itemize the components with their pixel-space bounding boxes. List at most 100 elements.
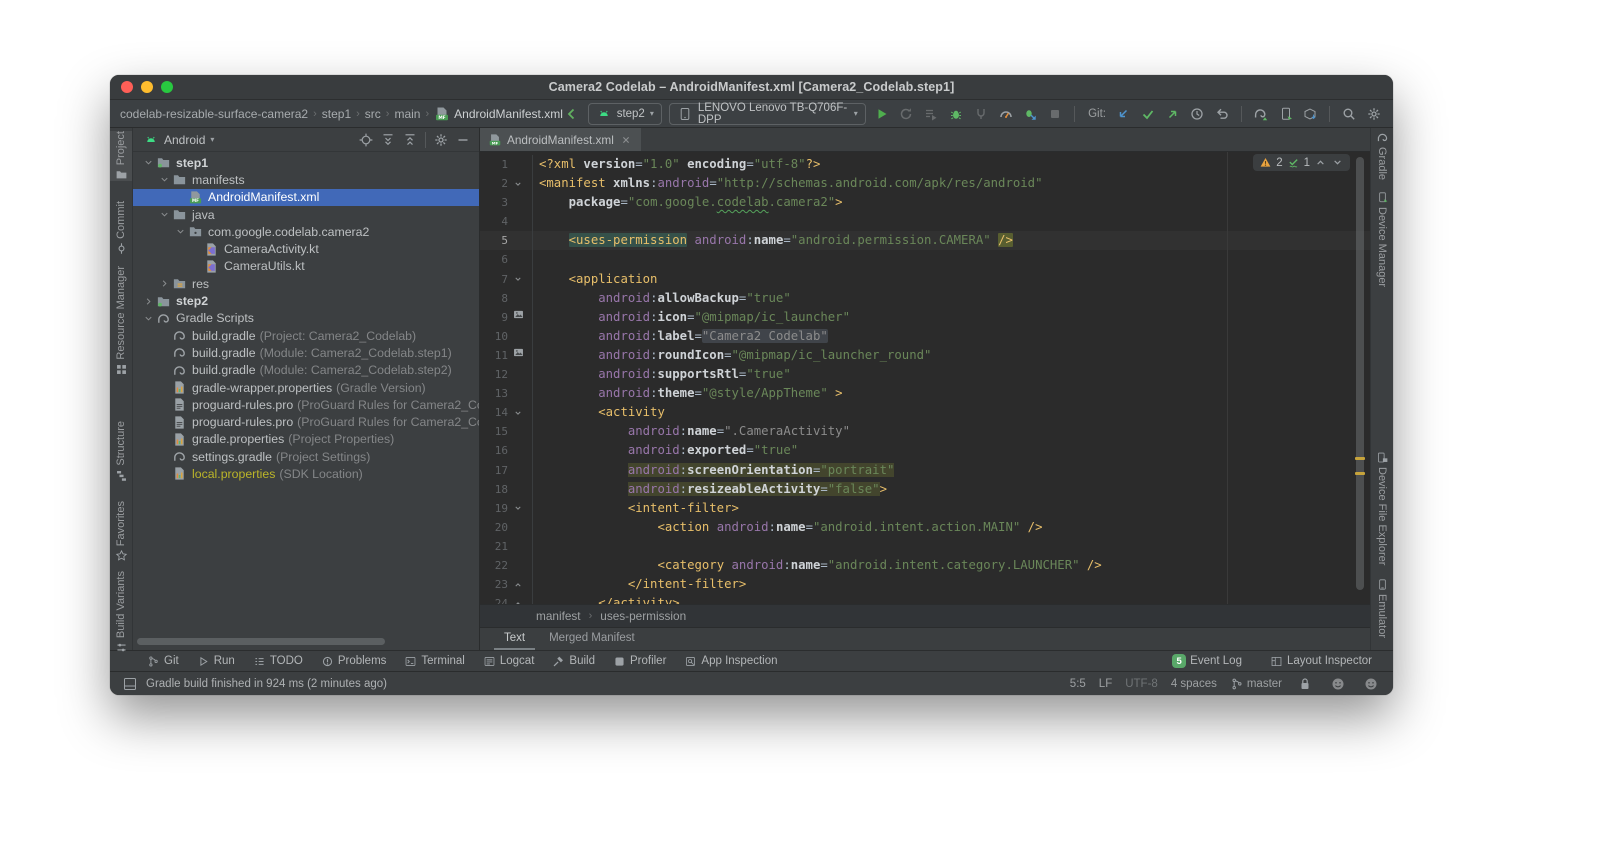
editor-gutter[interactable]: 17: [480, 460, 533, 480]
change-marker[interactable]: [1355, 472, 1365, 475]
zoom-window-button[interactable]: [161, 81, 173, 93]
editor-gutter[interactable]: 20: [480, 517, 533, 537]
tree-item-gradle-scripts[interactable]: Gradle Scripts: [133, 310, 479, 327]
tool-window-button-build[interactable]: Build: [543, 651, 604, 671]
tree-item-build-gradle[interactable]: build.gradle (Project: Camera2_Codelab): [133, 327, 479, 344]
chevron-down-icon[interactable]: [141, 157, 155, 168]
breadcrumb-item[interactable]: step1: [322, 107, 351, 121]
debug-icon[interactable]: [947, 104, 965, 124]
editor-gutter[interactable]: 24: [480, 594, 533, 604]
lock-icon[interactable]: [1295, 674, 1315, 694]
tree-item-build-gradle[interactable]: build.gradle (Module: Camera2_Codelab.st…: [133, 344, 479, 361]
search-icon[interactable]: [1340, 104, 1358, 124]
git-commit-icon[interactable]: [1139, 104, 1157, 124]
tool-window-button-problems[interactable]: Problems: [312, 651, 396, 671]
device-selector-combo[interactable]: LENOVO Lenovo TB-Q706F-DPP ▾: [668, 102, 866, 126]
tree-item-com-google-codelab-camera2[interactable]: com.google.codelab.camera2: [133, 223, 479, 240]
breadcrumb-item[interactable]: MF AndroidManifest.xml: [434, 106, 563, 122]
tree-item-gradle-properties[interactable]: gradle.properties (Project Properties): [133, 431, 479, 448]
breadcrumb-item[interactable]: codelab-resizable-surface-camera2: [120, 107, 308, 121]
chevron-down-icon[interactable]: [141, 313, 155, 324]
rerun-icon[interactable]: [898, 104, 916, 124]
editor-gutter[interactable]: 23: [480, 575, 533, 595]
editor-gutter[interactable]: 11: [480, 345, 533, 366]
settings-icon[interactable]: [431, 130, 451, 150]
tree-item-androidmanifest-xml[interactable]: MF AndroidManifest.xml: [133, 188, 479, 206]
editor-gutter[interactable]: 15: [480, 422, 533, 442]
editor-gutter[interactable]: 10: [480, 326, 533, 346]
tool-window-button-profiler[interactable]: Profiler: [604, 651, 675, 671]
tool-window-button-git[interactable]: Git: [138, 651, 188, 671]
stop-icon[interactable]: [1046, 104, 1064, 124]
editor-gutter[interactable]: 1: [480, 155, 533, 175]
tool-stripe-resource-manager[interactable]: Resource Manager: [110, 266, 132, 376]
tool-stripe-commit[interactable]: Commit: [110, 201, 132, 255]
expand-all-icon[interactable]: [378, 130, 398, 150]
profiler-icon[interactable]: [997, 104, 1015, 124]
editor-gutter[interactable]: 8: [480, 288, 533, 308]
indent-setting[interactable]: 4 spaces: [1171, 678, 1217, 690]
editor-scrollbar[interactable]: [1356, 157, 1364, 590]
chevron-right-icon[interactable]: [141, 296, 155, 307]
editor-gutter[interactable]: 3: [480, 193, 533, 213]
breadcrumb-item[interactable]: src: [365, 107, 381, 121]
editor-gutter[interactable]: 9: [480, 307, 533, 327]
project-horizontal-scrollbar[interactable]: [137, 638, 385, 645]
tree-item-cameraactivity-kt[interactable]: CameraActivity.kt: [133, 240, 479, 257]
tool-window-button-layout-inspector[interactable]: Layout Inspector: [1261, 655, 1381, 668]
tool-window-button-terminal[interactable]: Terminal: [395, 651, 473, 671]
tree-item-step1[interactable]: step1: [133, 154, 479, 171]
titlebar[interactable]: Camera2 Codelab – AndroidManifest.xml [C…: [110, 75, 1393, 100]
minimize-window-button[interactable]: [141, 81, 153, 93]
editor-tab-androidmanifest[interactable]: MF AndroidManifest.xml: [480, 128, 641, 151]
git-rollback-icon[interactable]: [1213, 104, 1231, 124]
xml-breadcrumb-item[interactable]: uses-permission: [600, 609, 686, 623]
editor-gutter[interactable]: 6: [480, 250, 533, 270]
tree-item-proguard-rules-pro[interactable]: proguard-rules.pro (ProGuard Rules for C…: [133, 396, 479, 413]
file-encoding[interactable]: UTF-8: [1125, 678, 1158, 690]
editor-gutter[interactable]: 12: [480, 365, 533, 385]
breadcrumb-item[interactable]: main: [394, 107, 420, 121]
git-update-icon[interactable]: [1114, 104, 1132, 124]
editor-gutter[interactable]: 2: [480, 174, 533, 194]
git-history-icon[interactable]: [1188, 104, 1206, 124]
tool-stripe-device-file-explorer[interactable]: Device File Explorer: [1371, 451, 1393, 565]
locate-icon[interactable]: [356, 130, 376, 150]
tree-item-build-gradle[interactable]: build.gradle (Module: Camera2_Codelab.st…: [133, 362, 479, 379]
tree-item-step2[interactable]: step2: [133, 292, 479, 309]
project-view-selector[interactable]: Android: [164, 133, 205, 147]
code-editor[interactable]: 1 <?xml version="1.0" encoding="utf-8"?> 2…: [480, 152, 1370, 604]
tool-window-button-app-inspection[interactable]: App Inspection: [675, 651, 786, 671]
run-icon[interactable]: [873, 104, 891, 124]
run-configuration-combo[interactable]: step2 ▾: [587, 102, 662, 125]
editor-gutter[interactable]: 22: [480, 555, 533, 576]
tool-stripe-structure[interactable]: Structure: [110, 421, 132, 482]
tree-item-proguard-rules-pro[interactable]: proguard-rules.pro (ProGuard Rules for C…: [133, 413, 479, 430]
gradle-sync-icon[interactable]: [1252, 104, 1270, 124]
close-window-button[interactable]: [121, 81, 133, 93]
change-marker[interactable]: [1355, 457, 1365, 460]
tool-window-button-logcat[interactable]: Logcat: [474, 651, 544, 671]
editor-gutter[interactable]: 14: [480, 403, 533, 423]
tool-stripe-emulator[interactable]: Emulator: [1371, 578, 1393, 638]
collapse-all-icon[interactable]: [400, 130, 420, 150]
tool-stripe-device-manager[interactable]: Device Manager: [1371, 191, 1393, 287]
minimize-icon[interactable]: [453, 130, 473, 150]
xml-breadcrumb-item[interactable]: manifest: [536, 609, 581, 623]
tool-stripe-gradle[interactable]: Gradle: [1371, 131, 1393, 180]
editor-view-tab-text[interactable]: Text: [494, 628, 536, 650]
sdk-manager-icon[interactable]: [1302, 104, 1320, 124]
toolwindows-icon[interactable]: [122, 676, 138, 692]
chevron-down-icon[interactable]: [173, 226, 187, 237]
chevron-down-icon[interactable]: [157, 209, 171, 220]
profile-app-icon[interactable]: [1022, 104, 1040, 124]
editor-gutter[interactable]: 21: [480, 536, 533, 556]
git-push-icon[interactable]: [1164, 104, 1182, 124]
run-configurations-icon[interactable]: [922, 104, 940, 124]
close-icon[interactable]: [619, 133, 633, 147]
back-icon[interactable]: [563, 104, 581, 124]
tree-item-local-properties[interactable]: local.properties (SDK Location): [133, 465, 479, 482]
tree-item-settings-gradle[interactable]: settings.gradle (Project Settings): [133, 448, 479, 465]
tool-stripe-build-variants[interactable]: Build Variants: [110, 571, 132, 654]
inspection-widget[interactable]: 2 1: [1253, 154, 1350, 171]
